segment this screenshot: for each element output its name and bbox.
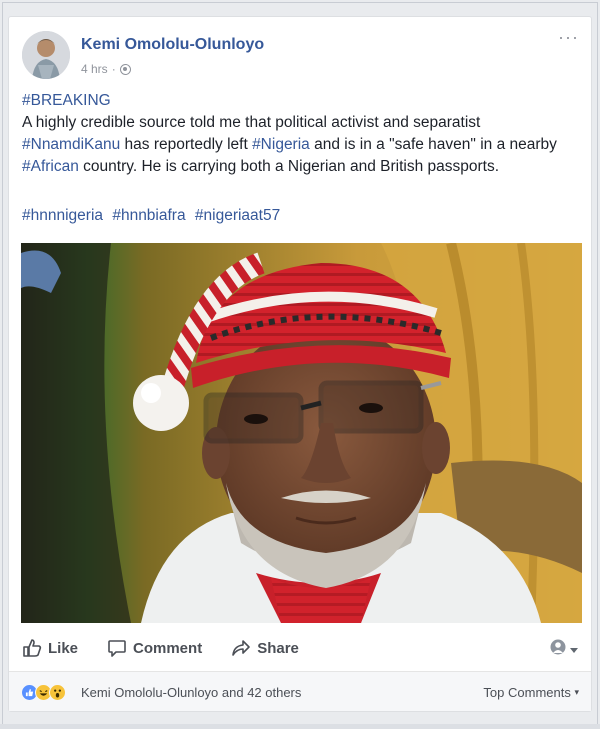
post-actions: Like Comment Share xyxy=(22,635,578,661)
post-text: #BREAKING A highly credible source told … xyxy=(22,90,574,178)
avatar-image xyxy=(22,31,70,79)
meta-separator: · xyxy=(111,62,116,76)
post-meta: 4 hrs · xyxy=(81,62,131,76)
caret-down-icon: ▾ xyxy=(574,687,579,697)
globe-icon[interactable] xyxy=(119,63,131,75)
reactors-link[interactable]: Kemi Omololu-Olunloyo and 42 others xyxy=(81,685,301,700)
hashtag-link[interactable]: #hnnnigeria xyxy=(22,207,103,224)
thumbs-up-icon xyxy=(22,638,42,658)
hashtag-link[interactable]: #African xyxy=(22,158,79,175)
hashtag-link[interactable]: #nigeriaat57 xyxy=(195,207,280,224)
caret-down-icon xyxy=(570,641,578,659)
more-options-button[interactable]: ··· xyxy=(558,28,579,46)
user-silhouette-icon xyxy=(550,639,566,660)
hashtag-link[interactable]: #Nigeria xyxy=(252,136,310,153)
body-text-2: has reportedly left xyxy=(120,136,253,153)
comment-button[interactable]: Comment xyxy=(107,638,202,658)
hashtag-link[interactable]: #hnnbiafra xyxy=(112,207,185,224)
body-text-3: and is in a "safe haven" in a nearby xyxy=(309,136,557,153)
wow-reaction-icon xyxy=(49,684,66,701)
body-text-4: country. He is carrying both a Nigerian … xyxy=(78,158,500,175)
horizontal-scrollbar[interactable] xyxy=(0,724,600,729)
post-body: A highly credible source told me that po… xyxy=(22,112,574,178)
post-card: Kemi Omololu-Olunloyo 4 hrs · ··· #BREAK… xyxy=(8,16,592,712)
body-text-1: A highly credible source told me that po… xyxy=(22,114,481,131)
author-avatar[interactable] xyxy=(22,31,70,79)
share-button[interactable]: Share xyxy=(231,638,299,658)
comment-label: Comment xyxy=(133,639,203,657)
like-label: Like xyxy=(48,639,79,657)
post-heading[interactable]: #BREAKING xyxy=(22,90,574,112)
share-label: Share xyxy=(257,639,299,657)
post-as-selector[interactable] xyxy=(550,639,578,660)
hashtag-list: #hnnnigeria #hnnbiafra #nigeriaat57 xyxy=(22,207,285,225)
share-arrow-icon xyxy=(231,638,251,658)
author-name[interactable]: Kemi Omololu-Olunloyo xyxy=(81,36,264,54)
portrait-image xyxy=(21,243,582,623)
post-photo[interactable] xyxy=(21,243,582,623)
reaction-icons[interactable] xyxy=(21,684,66,701)
comment-sort-dropdown[interactable]: Top Comments ▾ xyxy=(483,685,579,700)
speech-bubble-icon xyxy=(107,638,127,658)
like-button[interactable]: Like xyxy=(22,638,78,658)
sort-label: Top Comments xyxy=(483,685,571,700)
reactions-bar: Kemi Omololu-Olunloyo and 42 others Top … xyxy=(9,672,591,711)
post-time[interactable]: 4 hrs xyxy=(81,62,108,76)
hashtag-link[interactable]: #NnamdiKanu xyxy=(22,136,120,153)
